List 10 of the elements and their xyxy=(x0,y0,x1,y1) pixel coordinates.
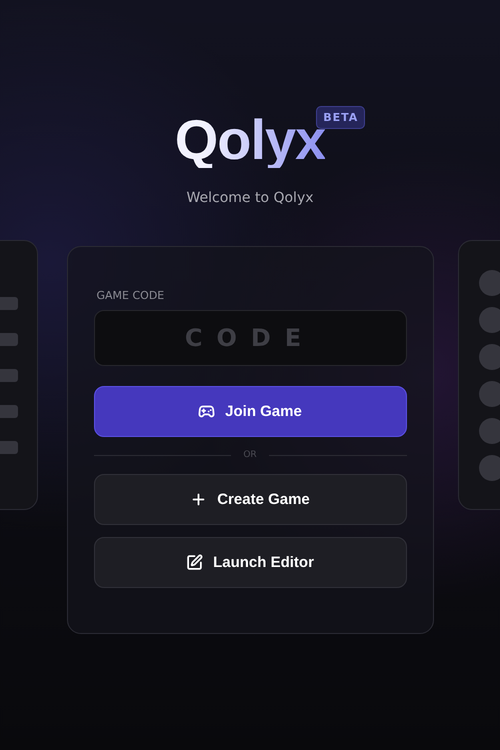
editor-button[interactable]: Launch Editor xyxy=(94,537,406,588)
subtitle: Welcome to Qolyx xyxy=(186,190,314,206)
join-button[interactable]: Join Game xyxy=(94,386,406,437)
beta-badge: BETA xyxy=(316,106,366,129)
plus-icon xyxy=(190,491,208,508)
or-divider-text: OR xyxy=(243,450,257,460)
create-button[interactable]: Create Game xyxy=(94,474,406,525)
edit-icon xyxy=(186,554,204,571)
gamepad-icon xyxy=(198,403,216,420)
field-label: GAME CODE xyxy=(96,289,166,302)
